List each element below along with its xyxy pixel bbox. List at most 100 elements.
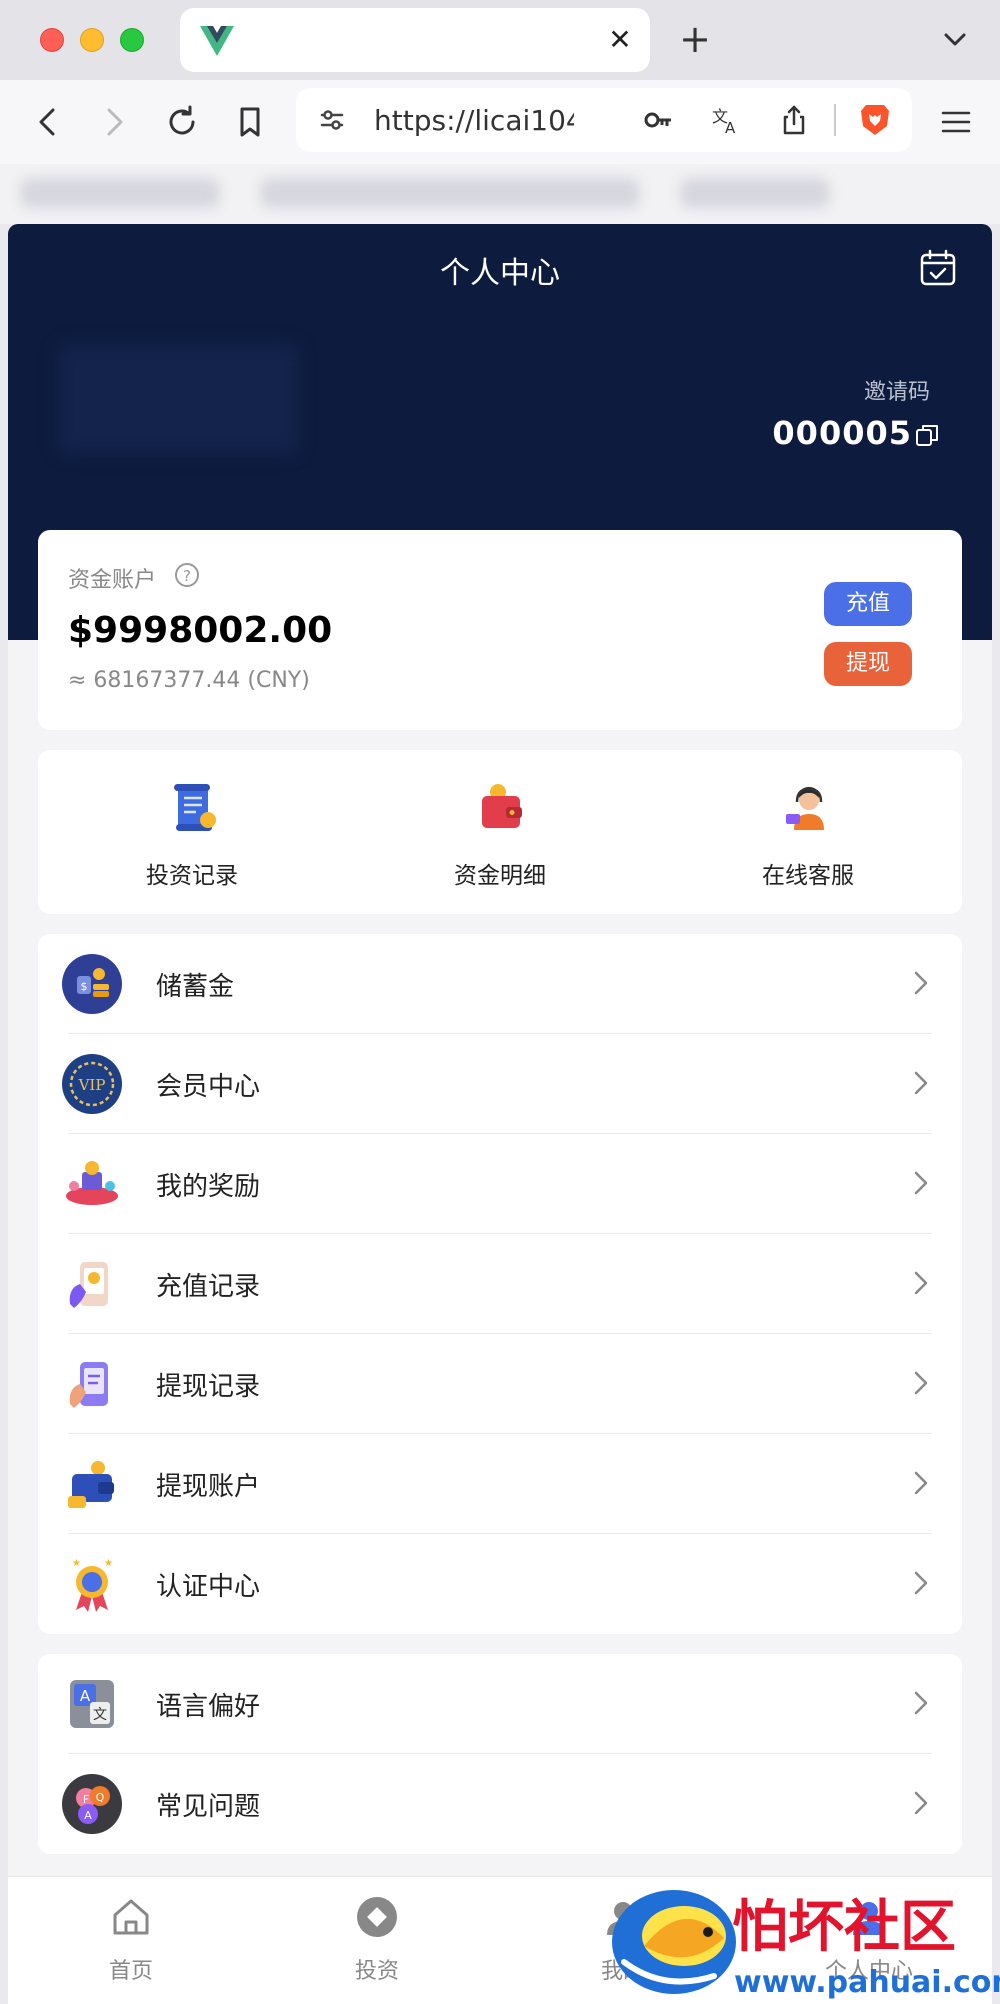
- bookmark-icon[interactable]: [228, 100, 272, 144]
- chevron-right-icon: [914, 1691, 928, 1715]
- scroll-icon: [174, 784, 216, 831]
- quick-actions: 投资记录 资金明细 在线客服: [38, 750, 962, 914]
- menu-item-certification-center[interactable]: ★ ★ 认证中心: [38, 1534, 962, 1634]
- svg-text:Q: Q: [96, 1791, 105, 1804]
- svg-text:★: ★: [72, 1558, 81, 1569]
- fund-account-card: 资金账户 ? $9998002.00 ≈ 68167377.44 (CNY) 充…: [38, 530, 962, 730]
- menu-item-label: 我的奖励: [156, 1172, 261, 1202]
- chevron-right-icon: [914, 1471, 928, 1495]
- window-minimize-button[interactable]: [80, 28, 104, 52]
- window-close-button[interactable]: [40, 28, 64, 52]
- menu-item-faq[interactable]: F Q A 常见问题: [38, 1754, 962, 1854]
- chevron-right-icon: [914, 1071, 928, 1095]
- balance-usd: $9998002.00: [68, 610, 333, 651]
- chevron-down-icon[interactable]: [940, 24, 970, 54]
- menu-item-withdraw-records[interactable]: 提现记录: [38, 1334, 962, 1434]
- menu-item-recharge-records[interactable]: 充值记录: [38, 1234, 962, 1334]
- new-tab-button[interactable]: +: [675, 20, 715, 60]
- language-icon: A 文: [70, 1680, 114, 1728]
- invite-code-label: 邀请码: [863, 380, 930, 405]
- svg-text:A: A: [80, 1687, 91, 1705]
- recharge-record-icon: [69, 1262, 108, 1308]
- app-page: 个人中心 邀请码 000005 资金账户 ? $9998002.00 ≈ 681…: [8, 224, 992, 2004]
- calendar-check-icon[interactable]: [918, 248, 958, 288]
- quick-action-label: 投资记录: [146, 863, 238, 889]
- savings-icon: $: [62, 954, 122, 1014]
- site-settings-icon[interactable]: [316, 104, 348, 136]
- recharge-button[interactable]: 充值: [824, 582, 912, 626]
- withdraw-record-icon: [69, 1362, 108, 1408]
- chevron-right-icon: [914, 1271, 928, 1295]
- withdraw-account-icon: [68, 1461, 114, 1508]
- menu-item-label: 语言偏好: [156, 1692, 261, 1722]
- reward-icon: [66, 1161, 118, 1205]
- svg-text:A: A: [725, 119, 736, 136]
- brave-shield-icon[interactable]: [858, 102, 892, 138]
- hamburger-menu-icon[interactable]: [938, 104, 974, 140]
- quick-action-investment-records[interactable]: 投资记录: [38, 750, 346, 914]
- nav-label: 首页: [108, 1959, 153, 1984]
- chevron-right-icon: [914, 1371, 928, 1395]
- svg-text:文: 文: [93, 1707, 107, 1723]
- svg-text:F: F: [83, 1793, 89, 1806]
- svg-text:?: ?: [183, 567, 191, 585]
- watermark-url: www.pahuai.com: [734, 1965, 1000, 2000]
- page-title: 个人中心: [440, 256, 560, 291]
- svg-text:VIP: VIP: [78, 1076, 106, 1094]
- watermark-title: 怕坏社区: [732, 1895, 956, 1960]
- url-separator: [834, 104, 836, 136]
- forward-icon[interactable]: [92, 100, 136, 144]
- quick-action-fund-details[interactable]: 资金明细: [346, 750, 654, 914]
- quick-action-label: 资金明细: [454, 863, 546, 889]
- menu-item-label: 提现账户: [156, 1472, 261, 1502]
- vip-icon: VIP: [62, 1054, 122, 1114]
- invite-code-value: 000005: [772, 414, 912, 452]
- faq-icon: F Q A: [62, 1774, 122, 1834]
- reload-icon[interactable]: [160, 100, 204, 144]
- withdraw-button[interactable]: 提现: [824, 642, 912, 686]
- quick-action-online-support[interactable]: 在线客服: [654, 750, 962, 914]
- menu-item-vip-center[interactable]: VIP 会员中心: [38, 1034, 962, 1134]
- menu-item-language[interactable]: A 文 语言偏好: [38, 1654, 962, 1754]
- quick-action-label: 在线客服: [762, 863, 854, 889]
- url-text[interactable]: https://licai104.: [374, 104, 574, 137]
- share-icon[interactable]: [778, 104, 810, 136]
- menu-item-label: 提现记录: [156, 1372, 261, 1402]
- settings-list: A 文 语言偏好 F Q A 常见问题: [38, 1654, 962, 1854]
- balance-cny: ≈ 68167377.44 (CNY): [68, 668, 310, 693]
- help-icon[interactable]: ?: [174, 562, 200, 588]
- copy-icon[interactable]: [914, 422, 940, 448]
- nav-label: 投资: [354, 1959, 399, 1984]
- menu-item-label: 充值记录: [156, 1272, 261, 1302]
- svg-text:A: A: [84, 1809, 92, 1822]
- chevron-right-icon: [914, 1571, 928, 1595]
- nav-invest[interactable]: 投资: [254, 1877, 500, 2004]
- menu-item-label: 认证中心: [156, 1572, 261, 1602]
- home-icon: [113, 1899, 149, 1935]
- menu-item-label: 常见问题: [156, 1792, 261, 1822]
- menu-list: $ 储蓄金 VIP 会员中心 我的奖励 充值记录 提现记录 提现账户 ★ ★ 认…: [38, 934, 962, 1634]
- menu-item-my-rewards[interactable]: 我的奖励: [38, 1134, 962, 1234]
- svg-text:$: $: [81, 980, 88, 993]
- menu-item-withdraw-account[interactable]: 提现账户: [38, 1434, 962, 1534]
- certification-icon: ★ ★: [72, 1558, 113, 1612]
- tab-close-button[interactable]: ✕: [604, 24, 636, 56]
- vue-logo-icon: [200, 26, 234, 56]
- window-zoom-button[interactable]: [120, 28, 144, 52]
- chevron-right-icon: [914, 1791, 928, 1815]
- blurred-banner: [0, 164, 1000, 224]
- watermark-logo: 怕坏社区 www.pahuai.com: [612, 1890, 1000, 2000]
- nav-home[interactable]: 首页: [8, 1877, 254, 2004]
- back-icon[interactable]: [26, 100, 70, 144]
- menu-item-savings[interactable]: $ 储蓄金: [38, 934, 962, 1034]
- fund-account-label: 资金账户: [68, 568, 157, 593]
- browser-tab[interactable]: ✕: [180, 8, 650, 72]
- svg-text:★: ★: [104, 1558, 113, 1569]
- translate-icon[interactable]: 文 A: [710, 104, 742, 136]
- invest-icon: [357, 1897, 397, 1937]
- support-agent-icon: [786, 787, 824, 830]
- key-icon[interactable]: [642, 104, 674, 136]
- blurred-user-info: [58, 344, 298, 454]
- address-bar[interactable]: https://licai104. 文 A: [296, 88, 912, 152]
- chevron-right-icon: [914, 971, 928, 995]
